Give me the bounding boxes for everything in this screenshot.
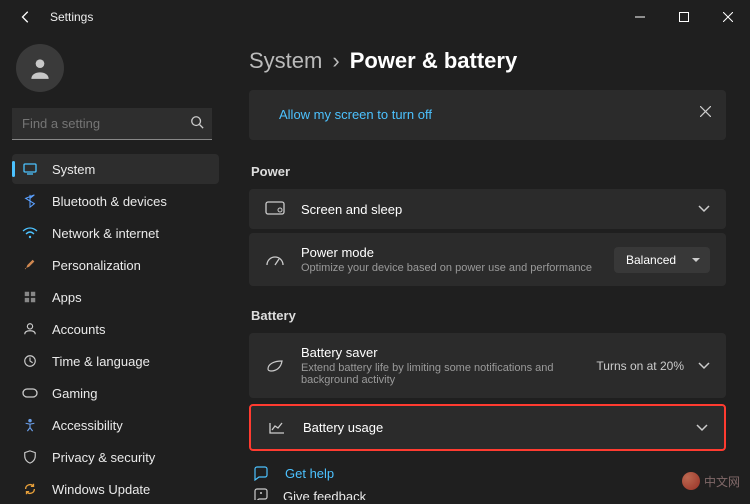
chevron-down-icon <box>696 424 708 432</box>
sidebar-item-label: Apps <box>52 290 82 305</box>
card-title: Power mode <box>301 245 598 260</box>
sidebar-item-bluetooth[interactable]: Bluetooth & devices <box>12 186 219 216</box>
sidebar-item-label: Bluetooth & devices <box>52 194 167 209</box>
titlebar: Settings <box>0 0 750 34</box>
section-label-battery: Battery <box>251 308 726 323</box>
sidebar-item-system[interactable]: System <box>12 154 219 184</box>
card-title: Battery usage <box>303 420 680 435</box>
back-button[interactable] <box>16 7 36 27</box>
minimize-button[interactable] <box>618 2 662 32</box>
card-power-mode[interactable]: Power mode Optimize your device based on… <box>249 233 726 286</box>
globe-icon <box>682 472 700 490</box>
update-icon <box>22 482 38 496</box>
breadcrumb: System › Power & battery <box>249 48 726 74</box>
feedback-icon <box>253 487 269 500</box>
power-mode-dropdown[interactable]: Balanced <box>614 247 710 273</box>
sidebar-item-label: Windows Update <box>52 482 150 497</box>
sidebar-item-network[interactable]: Network & internet <box>12 218 219 248</box>
sidebar-item-label: Privacy & security <box>52 450 155 465</box>
accounts-icon <box>22 322 38 336</box>
gauge-icon <box>265 253 285 267</box>
card-screen-sleep[interactable]: Screen and sleep <box>249 189 726 229</box>
wifi-icon <box>22 227 38 239</box>
sidebar-item-accessibility[interactable]: Accessibility <box>12 410 219 440</box>
chevron-right-icon: › <box>332 48 339 74</box>
watermark: 中文网 <box>682 472 740 490</box>
search-box[interactable] <box>12 108 212 140</box>
apps-icon <box>22 290 38 304</box>
search-icon <box>190 115 204 134</box>
card-battery-usage[interactable]: Battery usage <box>249 404 726 451</box>
sidebar-item-label: Gaming <box>52 386 98 401</box>
page-title: Power & battery <box>350 48 518 74</box>
close-button[interactable] <box>706 2 750 32</box>
card-subtitle: Extend battery life by limiting some not… <box>301 362 580 386</box>
sidebar-item-label: Accessibility <box>52 418 123 433</box>
sidebar-item-time[interactable]: Time & language <box>12 346 219 376</box>
nav: System Bluetooth & devices Network & int… <box>12 154 219 504</box>
search-input[interactable] <box>12 108 212 140</box>
leaf-icon <box>265 359 285 373</box>
sidebar-item-label: Accounts <box>52 322 105 337</box>
chart-icon <box>267 421 287 435</box>
banner-link[interactable]: Allow my screen to turn off <box>279 107 432 122</box>
content: System › Power & battery Allow my screen… <box>225 34 750 500</box>
help-icon <box>253 465 271 481</box>
card-title: Screen and sleep <box>301 202 682 217</box>
card-battery-saver[interactable]: Battery saver Extend battery life by lim… <box>249 333 726 398</box>
sidebar-item-label: System <box>52 162 95 177</box>
avatar[interactable] <box>16 44 64 92</box>
get-help-link[interactable]: Get help <box>253 465 726 481</box>
card-title: Battery saver <box>301 345 580 360</box>
sidebar-item-gaming[interactable]: Gaming <box>12 378 219 408</box>
chevron-down-icon <box>698 362 710 370</box>
clock-icon <box>22 354 38 368</box>
system-icon <box>22 161 38 177</box>
window-title: Settings <box>50 10 93 24</box>
breadcrumb-root[interactable]: System <box>249 48 322 74</box>
sidebar-item-apps[interactable]: Apps <box>12 282 219 312</box>
give-feedback-link[interactable]: Give feedback <box>253 487 726 500</box>
screen-icon <box>265 201 285 217</box>
sidebar: System Bluetooth & devices Network & int… <box>0 34 225 500</box>
section-label-power: Power <box>251 164 726 179</box>
chevron-down-icon <box>698 205 710 213</box>
banner-close-button[interactable] <box>692 98 718 124</box>
sidebar-item-label: Personalization <box>52 258 141 273</box>
accessibility-icon <box>22 418 38 432</box>
card-subtitle: Optimize your device based on power use … <box>301 262 598 274</box>
shield-icon <box>22 450 38 464</box>
maximize-button[interactable] <box>662 2 706 32</box>
sidebar-item-personalization[interactable]: Personalization <box>12 250 219 280</box>
sidebar-item-privacy[interactable]: Privacy & security <box>12 442 219 472</box>
sidebar-item-label: Time & language <box>52 354 150 369</box>
sidebar-item-accounts[interactable]: Accounts <box>12 314 219 344</box>
sidebar-item-label: Network & internet <box>52 226 159 241</box>
gaming-icon <box>22 387 38 399</box>
battery-saver-status: Turns on at 20% <box>596 359 684 373</box>
bluetooth-icon <box>22 194 38 208</box>
info-banner: Allow my screen to turn off <box>249 90 726 140</box>
brush-icon <box>22 258 38 272</box>
